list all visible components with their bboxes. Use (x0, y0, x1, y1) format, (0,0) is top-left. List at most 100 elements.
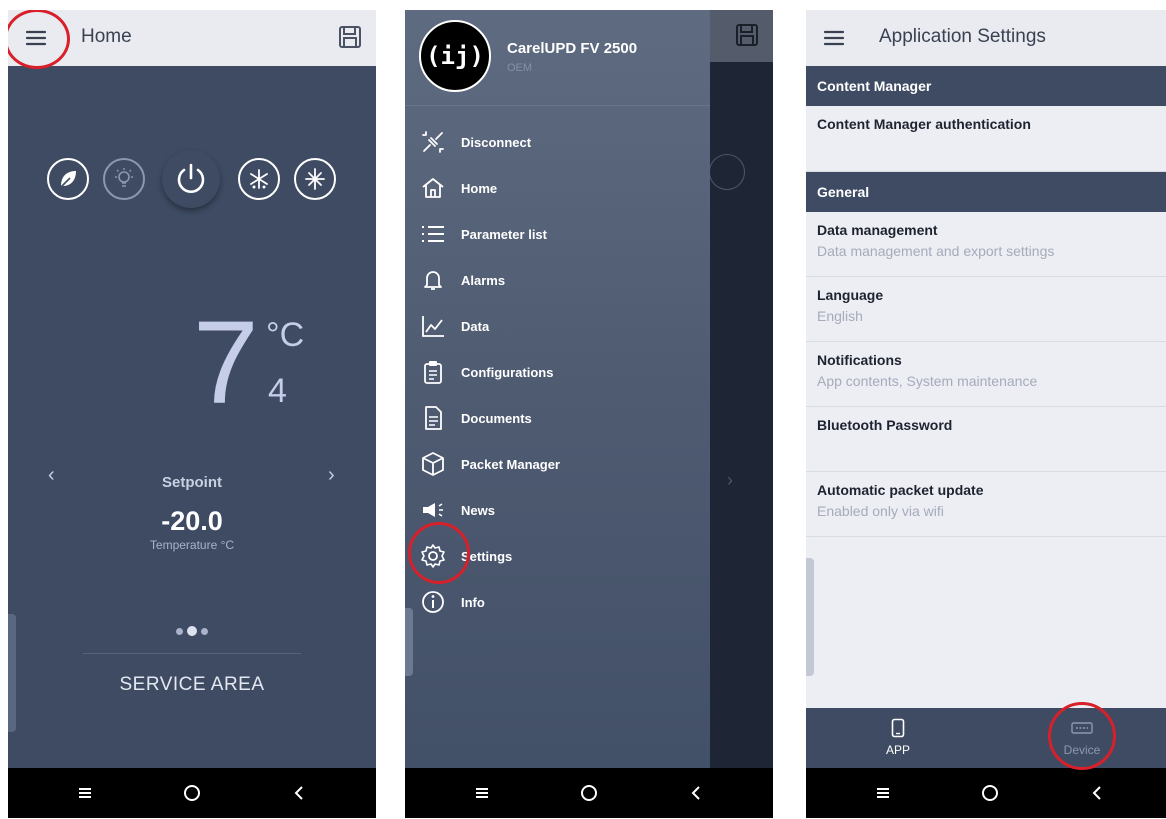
info-icon (418, 587, 448, 617)
navigation-drawer: (ij) CarelUPD FV 2500 OEM Disconnect Hom… (405, 10, 710, 768)
menu-item-news[interactable]: News (405, 490, 710, 530)
power-icon (177, 163, 205, 193)
page-indicator (8, 626, 376, 636)
disconnect-icon (418, 127, 448, 157)
light-bulb-icon[interactable] (103, 158, 145, 200)
home-nav-icon[interactable] (559, 773, 619, 813)
setting-bluetooth-password[interactable]: Bluetooth Password (806, 407, 1166, 472)
page-title: Home (81, 26, 132, 47)
recent-apps-icon[interactable] (853, 773, 913, 813)
setpoint-value: -20.0 (161, 506, 223, 536)
home-content: 7 °C 4 ‹ › Setpoint -20.0 Temperature °C… (8, 66, 376, 768)
tab-label: APP (885, 743, 910, 757)
menu-item-label: Alarms (461, 272, 506, 288)
leaf-icon[interactable] (47, 158, 89, 200)
back-nav-icon[interactable] (666, 773, 726, 813)
menu-item-label: Configurations (461, 364, 554, 380)
setting-subtitle: App contents, System maintenance (817, 373, 1038, 389)
section-header: Content Manager (806, 66, 1166, 106)
system-nav-bar (405, 768, 773, 818)
menu-item-label: Home (461, 180, 498, 196)
setting-content-manager-auth[interactable]: Content Manager authentication (806, 106, 1166, 172)
device-logo: (ij) (419, 20, 491, 92)
snowflake-icon[interactable] (294, 158, 336, 200)
system-nav-bar (8, 768, 376, 818)
menu-item-configurations[interactable]: Configurations (405, 352, 710, 392)
home-icon (418, 173, 448, 203)
back-nav-icon[interactable] (1067, 773, 1127, 813)
package-icon (418, 449, 448, 479)
gear-icon (418, 541, 448, 571)
system-nav-bar (806, 768, 1166, 818)
setting-notifications[interactable]: Notifications App contents, System maint… (806, 342, 1166, 407)
document-icon (418, 403, 448, 433)
home-screen: Home 7 °C 4 ‹ › Setpoint -20.0 Temperatu… (8, 10, 376, 818)
menu-item-label: Documents (461, 410, 532, 426)
side-drawer-handle[interactable] (405, 608, 413, 676)
menu-item-data[interactable]: Data (405, 306, 710, 346)
recent-apps-icon[interactable] (55, 773, 115, 813)
tab-device[interactable]: Device (1032, 708, 1132, 768)
logo-text: (ij) (426, 42, 484, 70)
menu-item-info[interactable]: Info (405, 582, 710, 622)
menu-item-documents[interactable]: Documents (405, 398, 710, 438)
pager-dot (176, 627, 183, 635)
divider (83, 653, 301, 654)
menu-item-label: Parameter list (461, 226, 547, 242)
menu-item-label: Packet Manager (461, 456, 560, 472)
next-arrow-icon: › (727, 470, 733, 490)
menu-item-label: Data (461, 318, 490, 334)
hamburger-menu-icon[interactable] (822, 26, 846, 50)
drawer-screen: › (ij) CarelUPD FV 2500 OEM Disconnect H… (405, 10, 773, 818)
section-header: General (806, 172, 1166, 212)
home-nav-icon[interactable] (162, 773, 222, 813)
phone-icon (848, 716, 948, 740)
app-bar: Application Settings (806, 10, 1166, 66)
pager-dot-active (187, 626, 197, 636)
tab-label: Device (1063, 743, 1101, 757)
setting-title: Automatic packet update (817, 482, 984, 498)
setting-data-management[interactable]: Data management Data management and expo… (806, 212, 1166, 277)
temperature-decimal: 4 (268, 372, 287, 410)
menu-item-alarms[interactable]: Alarms (405, 260, 710, 300)
menu-item-label: News (461, 502, 495, 518)
bell-icon (418, 265, 448, 295)
menu-item-parameter-list[interactable]: Parameter list (405, 214, 710, 254)
setting-title: Notifications (817, 352, 902, 368)
setting-subtitle: Data management and export settings (817, 243, 1055, 259)
setting-title: Content Manager authentication (817, 116, 1031, 132)
setting-title: Data management (817, 222, 938, 238)
menu-item-settings[interactable]: Settings (405, 536, 710, 576)
device-subtitle: OEM (507, 62, 533, 74)
home-nav-icon[interactable] (960, 773, 1020, 813)
hamburger-menu-icon[interactable] (24, 26, 48, 50)
setting-language[interactable]: Language English (806, 277, 1166, 342)
setting-auto-packet-update[interactable]: Automatic packet update Enabled only via… (806, 472, 1166, 537)
setting-title: Language (817, 287, 884, 303)
back-nav-icon[interactable] (269, 773, 329, 813)
setting-subtitle: Enabled only via wifi (817, 503, 944, 519)
drawer-header: (ij) CarelUPD FV 2500 OEM (405, 10, 710, 106)
menu-item-home[interactable]: Home (405, 168, 710, 208)
settings-list: Content Manager Content Manager authenti… (806, 66, 1166, 708)
clipboard-icon (418, 357, 448, 387)
menu-item-label: Disconnect (461, 134, 532, 150)
tab-app[interactable]: APP (848, 708, 948, 768)
save-icon (733, 21, 761, 54)
menu-item-disconnect[interactable]: Disconnect (405, 122, 710, 162)
list-icon (418, 219, 448, 249)
page-title: Application Settings (879, 26, 1046, 47)
setting-title: Bluetooth Password (817, 417, 953, 433)
service-area-button[interactable]: SERVICE AREA (8, 674, 376, 696)
side-drawer-handle[interactable] (8, 614, 16, 732)
settings-screen: Application Settings Content Manager Con… (806, 10, 1166, 818)
bottom-tab-bar: APP Device (806, 708, 1166, 768)
setting-subtitle: English (817, 308, 863, 324)
menu-item-packet-manager[interactable]: Packet Manager (405, 444, 710, 484)
defrost-icon[interactable] (238, 158, 280, 200)
save-icon[interactable] (336, 23, 364, 51)
recent-apps-icon[interactable] (452, 773, 512, 813)
menu-item-label: Settings (461, 548, 513, 564)
power-button[interactable] (162, 150, 220, 208)
side-drawer-handle[interactable] (806, 558, 814, 676)
